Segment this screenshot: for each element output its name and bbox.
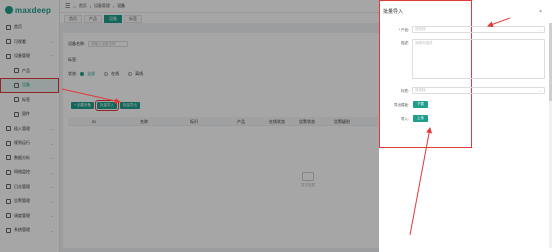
close-icon[interactable]: × — [539, 9, 542, 15]
type-placeholder: 请选择 — [415, 88, 426, 92]
modal-overlay[interactable] — [0, 0, 379, 252]
dialog-title: 批量导入 — [383, 9, 404, 15]
product-select[interactable]: 请选择 ⌄ — [412, 26, 545, 33]
type-label: 标签: — [401, 89, 409, 93]
template-label: 导出模板: — [394, 103, 409, 107]
chevron-down-icon: ⌄ — [538, 28, 541, 32]
import-dialog: 批量导入 × * 产品: 请选择 ⌄ 描述: 请填写描述 标签: 请选择 ⌄ 导… — [379, 0, 554, 252]
download-template-button[interactable]: 下载 — [413, 101, 428, 108]
import-label: 导入: — [401, 117, 409, 121]
product-label: * 产品: — [398, 28, 409, 32]
description-label: 描述: — [401, 41, 409, 45]
description-placeholder: 请填写描述 — [415, 41, 433, 45]
product-placeholder: 请选择 — [415, 27, 426, 31]
upload-button[interactable]: 上传 — [413, 115, 428, 122]
chevron-down-icon: ⌄ — [538, 89, 541, 93]
scrollbar-thumb[interactable] — [549, 23, 552, 101]
description-textarea[interactable]: 请填写描述 — [412, 39, 545, 79]
type-select[interactable]: 请选择 ⌄ — [412, 87, 545, 94]
